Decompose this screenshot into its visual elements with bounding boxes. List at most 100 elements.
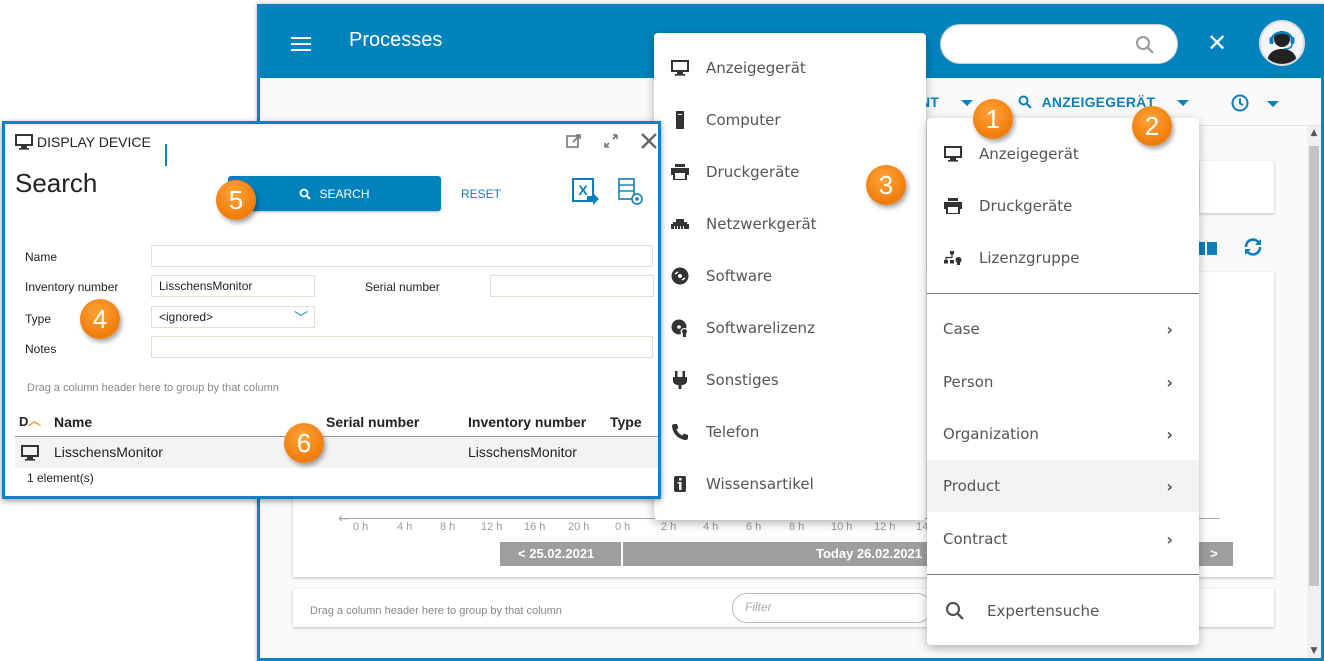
tick-label: 8 h [789,521,805,533]
callout-badge-4: 4 [80,299,120,339]
submenu-organization[interactable]: Organization › [927,408,1199,460]
notes-label: Notes [25,342,57,356]
callout-badge-5: 5 [216,180,256,220]
cell-name: LisschensMonitor [54,444,163,460]
info-icon [670,474,690,494]
scroll-down-icon[interactable]: ▼ [1307,646,1321,656]
chevron-right-icon: > [1210,546,1218,561]
column-header-device[interactable]: D [19,414,28,429]
search-button[interactable]: SEARCH [228,176,441,211]
notes-input[interactable] [151,336,653,358]
monitor-icon [943,144,963,164]
today-label: Today 26.02.2021 [816,546,922,561]
quick-search-label: Lizenzgruppe [979,249,1080,267]
chevron-right-icon: › [1166,424,1173,444]
table-row[interactable]: LisschensMonitor LisschensMonitor [15,437,658,468]
tick-label: 2 h [661,521,677,533]
grid-header: D ︿ Name Serial number Inventory number … [15,410,658,437]
caret-down-icon [1267,101,1280,108]
caret-down-icon [1177,100,1190,107]
close-icon[interactable]: ✕ [1207,31,1227,55]
scrollbar-thumb[interactable] [1309,146,1319,586]
quick-search-lizenzgruppe[interactable]: Lizenzgruppe [927,232,1199,284]
cell-inventory-number: LisschensMonitor [468,444,577,460]
expert-search-label: Expertensuche [987,602,1100,620]
column-header-type[interactable]: Type [610,414,642,430]
serial-number-label: Serial number [365,280,440,294]
category-item-telefon[interactable]: Telefon [654,406,926,458]
menu-divider [927,293,1199,294]
category-item-softwarelizenz[interactable]: Softwarelizenz [654,302,926,354]
dialog-title: DISPLAY DEVICE [15,134,151,150]
expert-search-item[interactable]: Expertensuche [927,585,1199,637]
refresh-icon[interactable] [1242,236,1264,258]
submenu-label: Case [943,320,980,338]
search-menu: Anzeigegerät Druckgeräte Lizenzgruppe Ca… [927,118,1199,645]
grid-group-hint: Drag a column header here to group by th… [27,382,279,394]
tick-label: 20 h [568,521,590,533]
caret-down-icon [961,100,974,107]
avatar[interactable] [1259,20,1305,66]
submenu-product[interactable]: Product › [927,460,1199,512]
plug-icon [670,370,690,390]
submenu-case[interactable]: Case › [927,303,1199,355]
category-item-netzwerkgeraet[interactable]: Netzwerkgerät [654,198,926,250]
vertical-scrollbar[interactable]: ▲ ▼ [1307,126,1321,658]
filter-input[interactable]: Filter [732,593,932,623]
arrow-left-icon: ← [338,511,350,527]
reset-button[interactable]: RESET [461,187,501,201]
tick-label: 0 h [353,521,369,533]
type-select-value: <ignored> [159,310,214,324]
name-input[interactable] [151,245,653,267]
tick-label: 12 h [874,521,896,533]
excel-export-icon[interactable]: X [572,178,600,206]
callout-badge-1: 1 [973,99,1013,139]
column-settings-icon[interactable] [617,178,645,206]
close-icon[interactable] [640,132,658,150]
category-item-computer[interactable]: Computer [654,94,926,146]
hamburger-menu-icon[interactable] [291,37,311,52]
dialog-title-text: DISPLAY DEVICE [37,134,151,150]
type-select[interactable]: <ignored> ﹀ [151,306,315,328]
search-icon [945,601,965,621]
popout-icon[interactable] [566,133,582,149]
tick-label: 6 h [746,521,762,533]
category-label: Telefon [706,423,760,441]
category-item-anzeigegeraet[interactable]: Anzeigegerät [654,42,926,94]
submenu-label: Product [943,477,1000,495]
next-day-button[interactable]: > [1195,542,1233,566]
global-search-input[interactable] [940,24,1178,64]
column-header-serial-number[interactable]: Serial number [326,414,419,430]
inventory-number-label: Inventory number [25,280,119,294]
scroll-up-icon[interactable]: ▲ [1307,128,1321,138]
category-item-software[interactable]: Software [654,250,926,302]
result-count: 1 element(s) [27,471,94,485]
history-dropdown[interactable] [1231,94,1280,112]
quick-search-druckgeraete[interactable]: Druckgeräte [927,180,1199,232]
category-label: Netzwerkgerät [706,215,817,233]
inventory-number-input[interactable]: LisschensMonitor [151,275,315,297]
monitor-icon [670,58,690,78]
column-header-name[interactable]: Name [54,414,92,430]
serial-number-input[interactable] [490,275,654,297]
quick-search-label: Druckgeräte [979,197,1073,215]
submenu-contract[interactable]: Contract › [927,513,1199,565]
chevron-right-icon: › [1166,372,1173,392]
submenu-person[interactable]: Person › [927,356,1199,408]
maximize-icon[interactable] [603,133,619,149]
search-icon[interactable] [1135,35,1155,55]
subbar-menu-truncated[interactable]: NT [920,94,974,110]
chevron-right-icon: › [1166,476,1173,496]
menu-divider [927,574,1199,575]
printer-icon [943,196,963,216]
group-hint-text: Drag a column header here to group by th… [310,605,562,617]
tick-label: 4 h [397,521,413,533]
submenu-label: Person [943,373,994,391]
category-item-wissensartikel[interactable]: Wissensartikel [654,458,926,510]
search-type-dropdown[interactable]: ANZEIGEGERÄT [1018,94,1190,110]
tick-label: 16 h [524,521,546,533]
prev-day-button[interactable]: < 25.02.2021 [500,542,621,566]
column-header-inventory-number[interactable]: Inventory number [468,414,586,430]
category-item-sonstiges[interactable]: Sonstiges [654,354,926,406]
category-label: Sonstiges [706,371,779,389]
